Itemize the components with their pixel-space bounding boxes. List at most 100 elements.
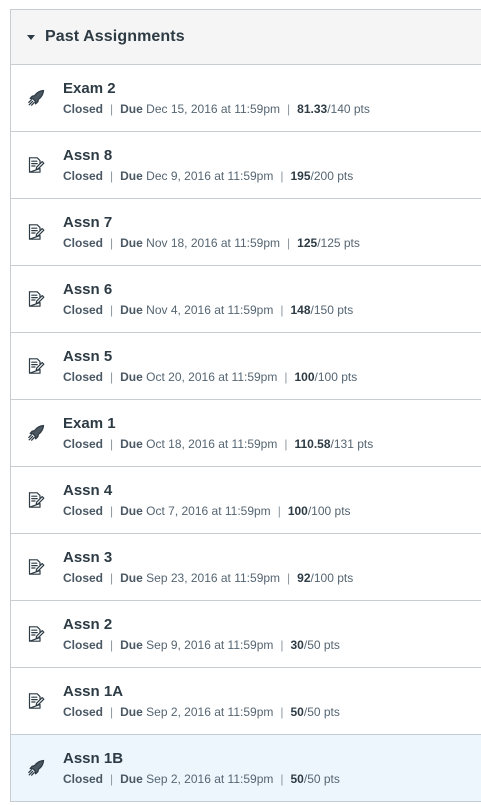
assignment-body: Assn 4 Closed | Due Oct 7, 2016 at 11:59pm… (63, 482, 351, 519)
score-value: 50 (290, 704, 304, 719)
due-date: Oct 7, 2016 at 11:59pm (146, 503, 271, 518)
due-label: Due (120, 637, 143, 652)
due-date: Dec 15, 2016 at 11:59pm (146, 101, 281, 116)
due-label: Due (120, 771, 143, 786)
assignment-title[interactable]: Assn 1A (63, 683, 340, 701)
assignment-list: Exam 2 Closed | Due Dec 15, 2016 at 11:59p… (11, 65, 481, 802)
status-closed: Closed (63, 369, 104, 384)
assignment-title[interactable]: Assn 5 (63, 348, 357, 366)
due-date: Sep 2, 2016 at 11:59pm (146, 704, 274, 719)
assignment-row[interactable]: Assn 1B Closed | Due Sep 2, 2016 at 11:59p… (11, 735, 481, 802)
due-label: Due (120, 302, 143, 317)
due-date: Oct 18, 2016 at 11:59pm (146, 436, 278, 451)
due-label: Due (120, 101, 143, 116)
separator: | (110, 369, 114, 384)
assignment-title[interactable]: Assn 2 (63, 616, 340, 634)
assignment-row[interactable]: Assn 6 Closed | Due Nov 4, 2016 at 11:59pm… (11, 266, 481, 333)
separator: | (287, 101, 291, 116)
assignment-meta: Closed | Due Oct 7, 2016 at 11:59pm | 100/10… (63, 504, 351, 519)
separator: | (110, 101, 114, 116)
status-closed: Closed (63, 101, 104, 116)
separator: | (280, 637, 284, 652)
assignment-meta: Closed | Due Sep 9, 2016 at 11:59pm | 30/50 … (63, 638, 340, 653)
due-label: Due (120, 168, 143, 183)
assignment-meta: Closed | Due Nov 4, 2016 at 11:59pm | 148/15… (63, 303, 353, 318)
due-date: Sep 9, 2016 at 11:59pm (146, 637, 274, 652)
assignment-meta: Closed | Due Oct 18, 2016 at 11:59pm | 110.5… (63, 437, 373, 452)
separator: | (280, 704, 284, 719)
assignment-body: Assn 6 Closed | Due Nov 4, 2016 at 11:59pm… (63, 281, 353, 318)
caret-down-icon[interactable] (27, 35, 35, 40)
separator: | (287, 570, 291, 585)
separator: | (110, 168, 114, 183)
separator: | (110, 302, 114, 317)
assignment-edit-icon (27, 625, 45, 643)
assignment-edit-icon (27, 290, 45, 308)
assignment-meta: Closed | Due Nov 18, 2016 at 11:59pm | 125/1… (63, 236, 360, 251)
assignment-title[interactable]: Assn 4 (63, 482, 351, 500)
assignment-row[interactable]: Exam 2 Closed | Due Dec 15, 2016 at 11:59p… (11, 65, 481, 132)
assignment-edit-icon (27, 491, 45, 509)
separator: | (287, 235, 291, 250)
assignment-title[interactable]: Exam 1 (63, 415, 373, 433)
assignment-edit-icon (27, 156, 45, 174)
assignment-body: Assn 3 Closed | Due Sep 23, 2016 at 11:59p… (63, 549, 353, 586)
separator: | (284, 436, 288, 451)
assignment-title[interactable]: Assn 3 (63, 549, 353, 567)
due-label: Due (120, 369, 143, 384)
score-total: /50 (303, 771, 321, 786)
assignment-edit-icon (27, 692, 45, 710)
assignment-row[interactable]: Assn 4 Closed | Due Oct 7, 2016 at 11:59pm… (11, 467, 481, 534)
assignment-title[interactable]: Exam 2 (63, 80, 370, 98)
score-total: /200 (310, 168, 334, 183)
separator: | (110, 570, 114, 585)
pts-suffix: pts (333, 570, 354, 585)
assignment-meta: Closed | Due Sep 2, 2016 at 11:59pm | 50/50 … (63, 705, 340, 720)
score-value: 148 (290, 302, 311, 317)
score-total: /125 (317, 235, 341, 250)
separator: | (280, 302, 284, 317)
group-title: Past Assignments (45, 28, 185, 45)
assignment-meta: Closed | Due Sep 23, 2016 at 11:59pm | 92/10… (63, 571, 353, 586)
status-closed: Closed (63, 570, 104, 585)
score-total: /100 (310, 570, 334, 585)
assignment-row[interactable]: Assn 8 Closed | Due Dec 9, 2016 at 11:59pm… (11, 132, 481, 199)
assignment-meta: Closed | Due Sep 2, 2016 at 11:59pm | 50/50 … (63, 772, 340, 787)
pts-suffix: pts (331, 503, 351, 518)
assignment-title[interactable]: Assn 8 (63, 147, 353, 165)
assignment-row[interactable]: Assn 1A Closed | Due Sep 2, 2016 at 11:59p… (11, 668, 481, 735)
separator: | (110, 771, 114, 786)
past-assignments-header[interactable]: Past Assignments (11, 10, 481, 65)
assignment-row[interactable]: Assn 2 Closed | Due Sep 9, 2016 at 11:59pm… (11, 601, 481, 668)
assignment-row[interactable]: Assn 3 Closed | Due Sep 23, 2016 at 11:59p… (11, 534, 481, 601)
past-assignments-panel: Past Assignments Exam 2 Closed | Due Dec 1… (10, 9, 481, 802)
status-closed: Closed (63, 637, 104, 652)
separator: | (284, 369, 288, 384)
score-value: 195 (290, 168, 311, 183)
separator: | (280, 168, 284, 183)
assignment-row[interactable]: Assn 5 Closed | Due Oct 20, 2016 at 11:59p… (11, 333, 481, 400)
assignment-title[interactable]: Assn 7 (63, 214, 360, 232)
due-date: Dec 9, 2016 at 11:59pm (146, 168, 274, 183)
assignment-edit-icon (27, 357, 45, 375)
status-closed: Closed (63, 704, 104, 719)
pts-suffix: pts (333, 302, 354, 317)
score-total: /100 (307, 503, 332, 518)
assignment-body: Assn 7 Closed | Due Nov 18, 2016 at 11:59p… (63, 214, 360, 251)
assignment-body: Assn 1B Closed | Due Sep 2, 2016 at 11:59p… (63, 750, 340, 787)
score-total: /131 (330, 436, 354, 451)
assignment-row[interactable]: Exam 1 Closed | Due Oct 18, 2016 at 11:59p… (11, 400, 481, 467)
due-date: Sep 2, 2016 at 11:59pm (146, 771, 274, 786)
pts-suffix: pts (320, 637, 340, 652)
due-label: Due (120, 503, 143, 518)
quiz-rocket-icon (27, 89, 45, 107)
assignment-title[interactable]: Assn 6 (63, 281, 353, 299)
assignment-title[interactable]: Assn 1B (63, 750, 340, 768)
assignment-row[interactable]: Assn 7 Closed | Due Nov 18, 2016 at 11:59p… (11, 199, 481, 266)
pts-suffix: pts (320, 771, 340, 786)
quiz-rocket-icon (27, 759, 45, 777)
separator: | (110, 436, 114, 451)
score-value: 81.33 (297, 101, 328, 116)
separator: | (110, 637, 114, 652)
pts-suffix: pts (353, 436, 374, 451)
